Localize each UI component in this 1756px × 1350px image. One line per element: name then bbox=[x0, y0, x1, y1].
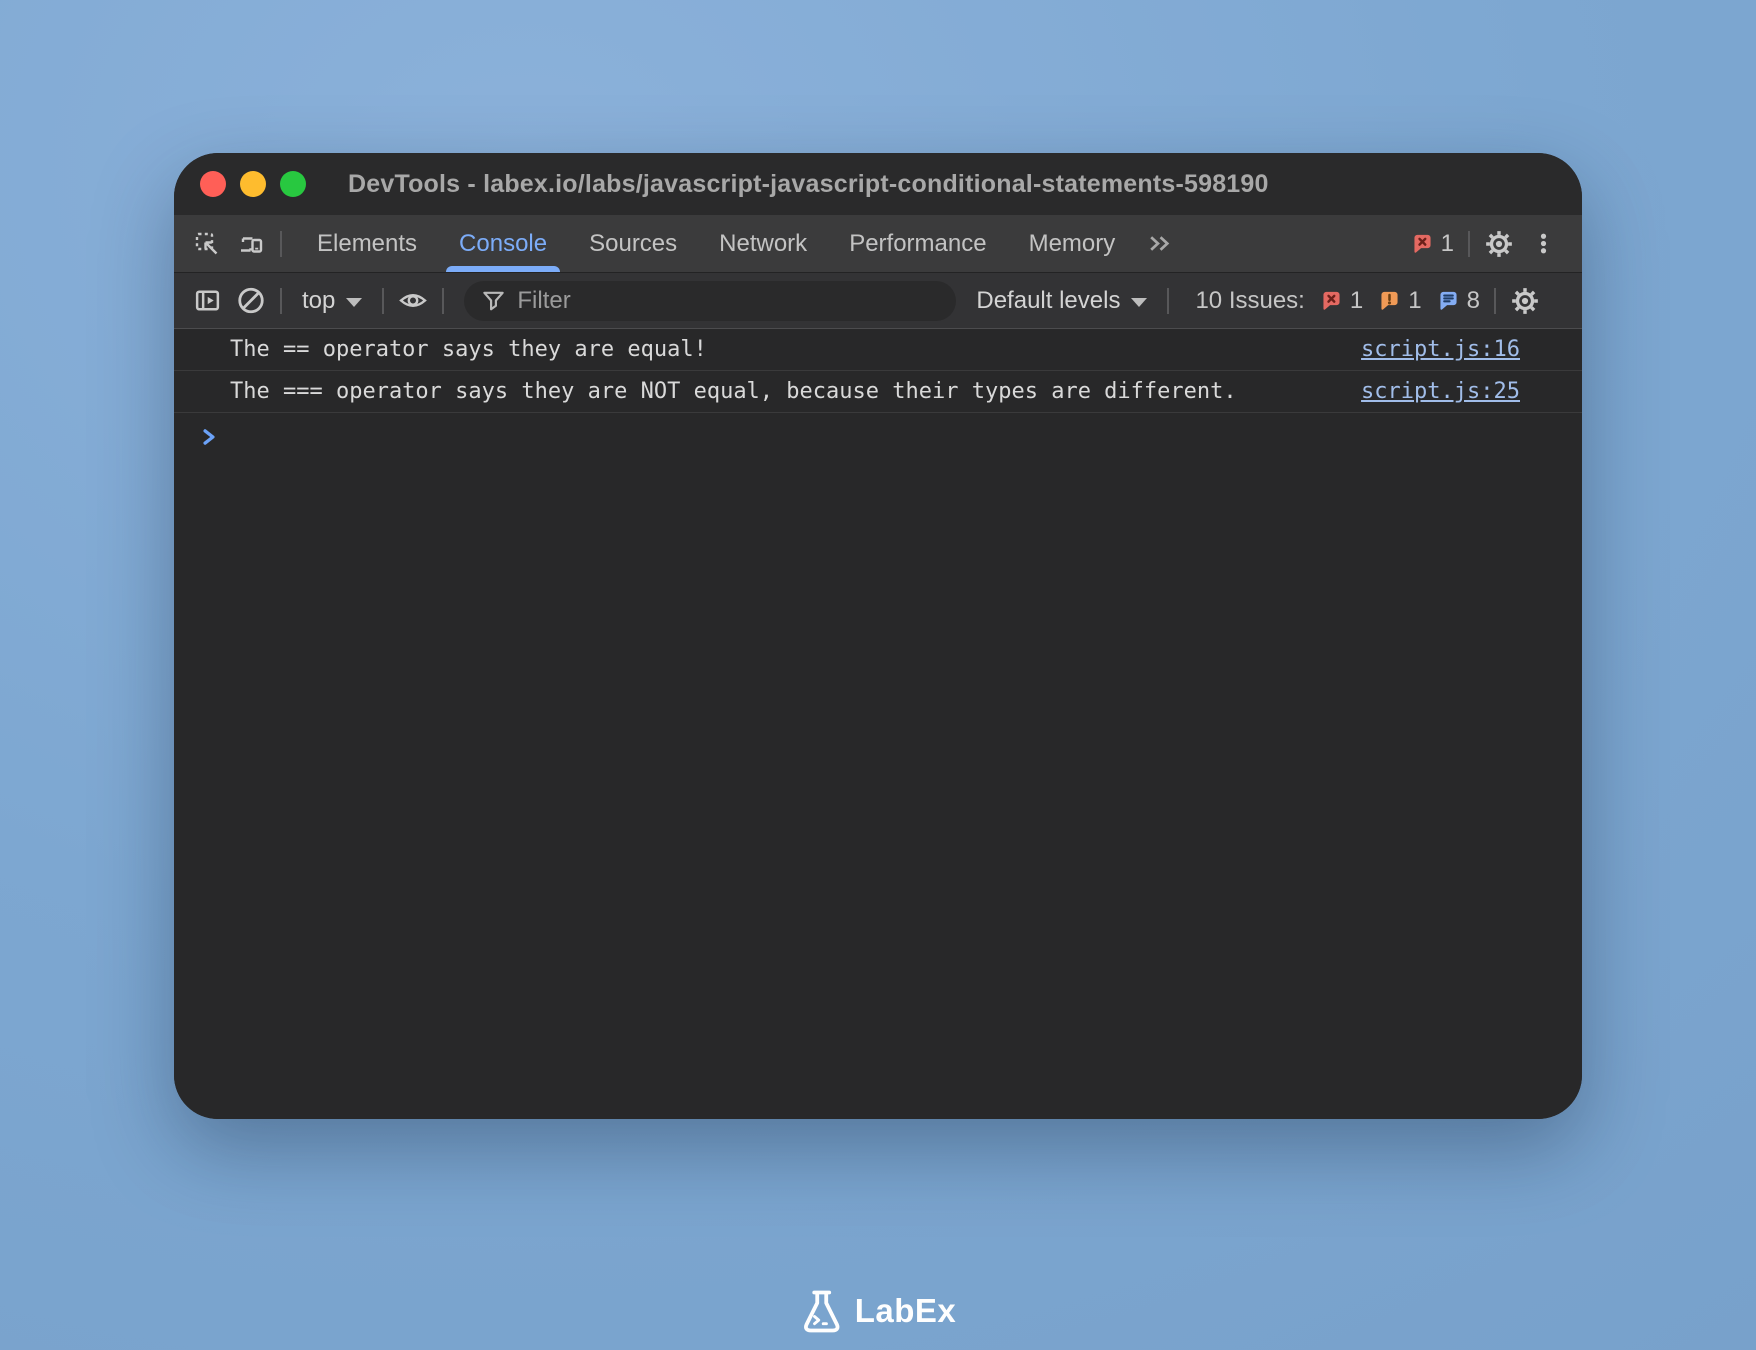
close-window-button[interactable] bbox=[200, 171, 226, 197]
minimize-window-button[interactable] bbox=[240, 171, 266, 197]
devtools-tab-bar: Elements Console Sources Network Perform… bbox=[174, 215, 1582, 273]
source-link[interactable]: script.js:25 bbox=[1361, 379, 1520, 404]
divider bbox=[1167, 287, 1170, 314]
tab-elements[interactable]: Elements bbox=[296, 215, 438, 272]
filter-field[interactable] bbox=[464, 280, 957, 321]
divider bbox=[280, 287, 282, 314]
issues-info: 8 bbox=[1437, 287, 1480, 315]
devtools-window: DevTools - labex.io/labs/javascript-java… bbox=[174, 153, 1582, 1119]
error-counter[interactable]: 1 bbox=[1411, 230, 1454, 258]
filter-input[interactable] bbox=[517, 286, 940, 315]
console-message: The === operator says they are NOT equal… bbox=[174, 371, 1582, 413]
console-settings-gear-icon[interactable] bbox=[1510, 286, 1540, 316]
tab-console[interactable]: Console bbox=[438, 215, 568, 272]
divider bbox=[442, 287, 445, 314]
tab-performance[interactable]: Performance bbox=[828, 215, 1007, 272]
labex-flask-icon bbox=[804, 1290, 840, 1333]
issues-counter[interactable]: 10 Issues: 1 1 8 bbox=[1195, 287, 1479, 315]
chevron-down-icon bbox=[1131, 297, 1148, 307]
settings-gear-icon[interactable] bbox=[1484, 229, 1514, 259]
console-output: The == operator says they are equal! scr… bbox=[174, 329, 1582, 1119]
live-expression-eye-icon[interactable] bbox=[398, 286, 428, 316]
prompt-chevron-icon bbox=[203, 429, 215, 445]
console-message: The == operator says they are equal! scr… bbox=[174, 329, 1582, 371]
divider bbox=[1468, 230, 1470, 257]
window-title: DevTools - labex.io/labs/javascript-java… bbox=[348, 169, 1269, 198]
log-levels-selector[interactable]: Default levels bbox=[970, 287, 1153, 315]
device-toolbar-icon[interactable] bbox=[236, 229, 266, 259]
chevron-down-icon bbox=[346, 297, 363, 307]
panel-tabs: Elements Console Sources Network Perform… bbox=[296, 215, 1136, 272]
clear-console-icon[interactable] bbox=[236, 286, 266, 316]
warning-bubble-icon bbox=[1381, 291, 1398, 310]
tabbar-right-controls: 1 bbox=[1411, 229, 1558, 259]
console-message-text: The === operator says they are NOT equal… bbox=[230, 379, 1237, 404]
divider bbox=[1493, 287, 1496, 314]
more-tabs-icon[interactable] bbox=[1144, 229, 1174, 259]
issues-errors: 1 bbox=[1320, 287, 1363, 315]
console-toolbar: top Default levels 10 Issues: bbox=[174, 273, 1582, 329]
console-message-text: The == operator says they are equal! bbox=[230, 337, 707, 362]
error-bubble-icon bbox=[1414, 234, 1431, 253]
title-bar: DevTools - labex.io/labs/javascript-java… bbox=[174, 153, 1582, 215]
context-selector[interactable]: top bbox=[296, 287, 368, 315]
tab-sources[interactable]: Sources bbox=[568, 215, 698, 272]
zoom-window-button[interactable] bbox=[280, 171, 306, 197]
error-bubble-icon bbox=[1323, 291, 1340, 310]
divider bbox=[280, 230, 282, 257]
info-bubble-icon bbox=[1440, 291, 1457, 310]
labex-brand: LabEx bbox=[800, 1288, 957, 1334]
inspect-element-icon[interactable] bbox=[192, 229, 222, 259]
issues-warnings: 1 bbox=[1378, 287, 1422, 315]
console-prompt[interactable] bbox=[174, 413, 1582, 461]
tab-memory[interactable]: Memory bbox=[1008, 215, 1137, 272]
divider bbox=[382, 287, 385, 314]
source-link[interactable]: script.js:16 bbox=[1361, 337, 1520, 362]
kebab-menu-icon[interactable] bbox=[1528, 229, 1558, 259]
tab-network[interactable]: Network bbox=[698, 215, 828, 272]
brand-name: LabEx bbox=[854, 1292, 957, 1329]
console-sidebar-icon[interactable] bbox=[192, 286, 222, 316]
filter-funnel-icon bbox=[483, 291, 505, 311]
